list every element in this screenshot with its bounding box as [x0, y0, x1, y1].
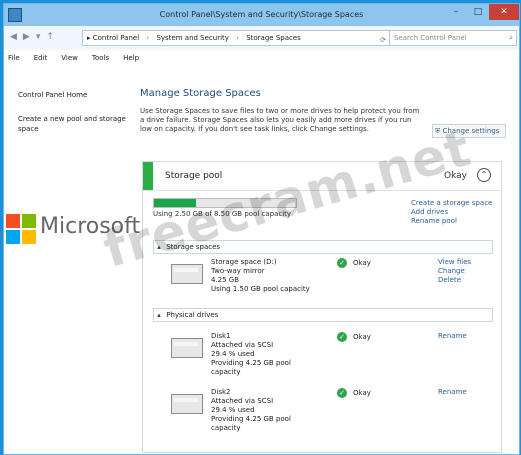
window-controls: – □ ✕ — [445, 4, 519, 22]
change-link[interactable]: Change — [438, 267, 471, 276]
breadcrumb-system-security[interactable]: System and Security — [156, 34, 228, 42]
close-button[interactable]: ✕ — [489, 4, 519, 20]
refresh-icon[interactable]: ⟳ — [377, 33, 389, 45]
check-icon: ✓ — [337, 332, 347, 342]
menu-tools[interactable]: Tools — [90, 50, 111, 66]
drive-connection: Attached via SCSI — [211, 397, 274, 405]
drive-providing-cont: capacity — [211, 424, 241, 432]
microsoft-logo — [6, 214, 36, 244]
drive-providing: Providing 4.25 GB pool — [211, 415, 291, 423]
page-title: Manage Storage Spaces — [140, 88, 261, 99]
delete-link[interactable]: Delete — [438, 276, 471, 285]
storage-space-resiliency: Two-way mirror — [211, 267, 265, 275]
breadcrumb-separator: › — [146, 34, 150, 42]
menu-view[interactable]: View — [59, 50, 80, 66]
physical-drives-label: Physical drives — [166, 311, 219, 319]
search-placeholder: Search Control Panel — [394, 34, 467, 42]
logo-square-blue — [6, 230, 20, 244]
sidebar-link-control-panel-home[interactable]: Control Panel Home — [18, 90, 128, 100]
collapse-icon[interactable]: ⌃ — [477, 168, 491, 182]
drive-status: ✓ Okay — [337, 388, 371, 398]
pool-links: Create a storage space Add drives Rename… — [411, 199, 492, 226]
address-bar: ◀ ▶ ▾ ↑ ▸ Control Panel › System and Sec… — [4, 26, 519, 51]
menu-bar: File Edit View Tools Help — [4, 50, 519, 66]
storage-space-actions: View files Change Delete — [438, 258, 471, 285]
drive-providing-cont: capacity — [211, 368, 241, 376]
create-storage-space-link[interactable]: Create a storage space — [411, 199, 492, 208]
search-icon[interactable]: ⌕ — [509, 31, 513, 45]
drive-icon — [171, 338, 203, 358]
address-field[interactable]: ▸ Control Panel › System and Security › … — [82, 30, 390, 46]
title-bar: Control Panel\System and Security\Storag… — [4, 4, 519, 26]
check-icon: ✓ — [337, 258, 347, 268]
sidebar-link-create-pool[interactable]: Create a new pool and storage space — [18, 114, 128, 134]
breadcrumb-separator: › — [236, 34, 239, 42]
breadcrumb-storage-spaces[interactable]: Storage Spaces — [246, 34, 301, 42]
storage-space-status: ✓ Okay — [337, 258, 371, 268]
drive-connection: Attached via SCSI — [211, 341, 274, 349]
drive-actions: Rename — [438, 388, 467, 397]
rename-link[interactable]: Rename — [438, 332, 467, 341]
drive-icon — [171, 394, 203, 414]
storage-space-size: 4.25 GB — [211, 276, 240, 284]
navigation-buttons: ◀ ▶ ▾ ↑ — [10, 32, 54, 42]
drive-status: ✓ Okay — [337, 332, 371, 342]
status-label: Okay — [353, 333, 371, 341]
minimize-button[interactable]: – — [445, 4, 467, 20]
menu-help[interactable]: Help — [121, 50, 141, 66]
drive-providing: Providing 4.25 GB pool — [211, 359, 291, 367]
back-icon[interactable]: ◀ — [10, 32, 17, 42]
sidebar: Control Panel Home Create a new pool and… — [18, 90, 128, 148]
drive-item-disk2: Disk2 Attached via SCSI 29.4 % used Prov… — [171, 388, 491, 432]
view-files-link[interactable]: View files — [438, 258, 471, 267]
check-icon: ✓ — [337, 388, 347, 398]
menu-edit[interactable]: Edit — [32, 50, 50, 66]
recent-pages-icon[interactable]: ▾ — [36, 32, 41, 42]
collapse-triangle-icon: ▴ — [157, 311, 161, 319]
drive-actions: Rename — [438, 332, 467, 341]
forward-icon[interactable]: ▶ — [23, 32, 30, 42]
drive-item-disk1: Disk1 Attached via SCSI 29.4 % used Prov… — [171, 332, 491, 376]
logo-square-red — [6, 214, 20, 228]
storage-space-item: Storage space (D:) Two-way mirror 4.25 G… — [171, 258, 491, 298]
menu-file[interactable]: File — [6, 50, 22, 66]
drive-used: 29.4 % used — [211, 350, 255, 358]
logo-square-green — [22, 214, 36, 228]
pool-name: Storage pool — [165, 171, 223, 181]
status-label: Okay — [353, 259, 371, 267]
search-input[interactable]: Search Control Panel ⌕ — [389, 30, 517, 46]
window-title: Control Panel\System and Security\Storag… — [159, 10, 364, 19]
maximize-button[interactable]: □ — [467, 4, 489, 20]
status-label: Okay — [353, 389, 371, 397]
intro-text: Use Storage Spaces to save files to two … — [140, 107, 420, 133]
storage-space-usage: Using 1.50 GB pool capacity — [211, 285, 310, 293]
pool-status-stripe — [143, 162, 153, 190]
logo-square-yellow — [22, 230, 36, 244]
physical-drives-section[interactable]: ▴ Physical drives — [153, 308, 493, 322]
breadcrumb-control-panel[interactable]: Control Panel — [93, 34, 139, 42]
drive-used: 29.4 % used — [211, 406, 255, 414]
breadcrumb-icon: ▸ — [87, 34, 91, 42]
rename-link[interactable]: Rename — [438, 388, 467, 397]
add-drives-link[interactable]: Add drives — [411, 208, 492, 217]
up-icon[interactable]: ↑ — [46, 32, 54, 42]
rename-pool-link[interactable]: Rename pool — [411, 217, 492, 226]
drive-icon — [171, 264, 203, 284]
